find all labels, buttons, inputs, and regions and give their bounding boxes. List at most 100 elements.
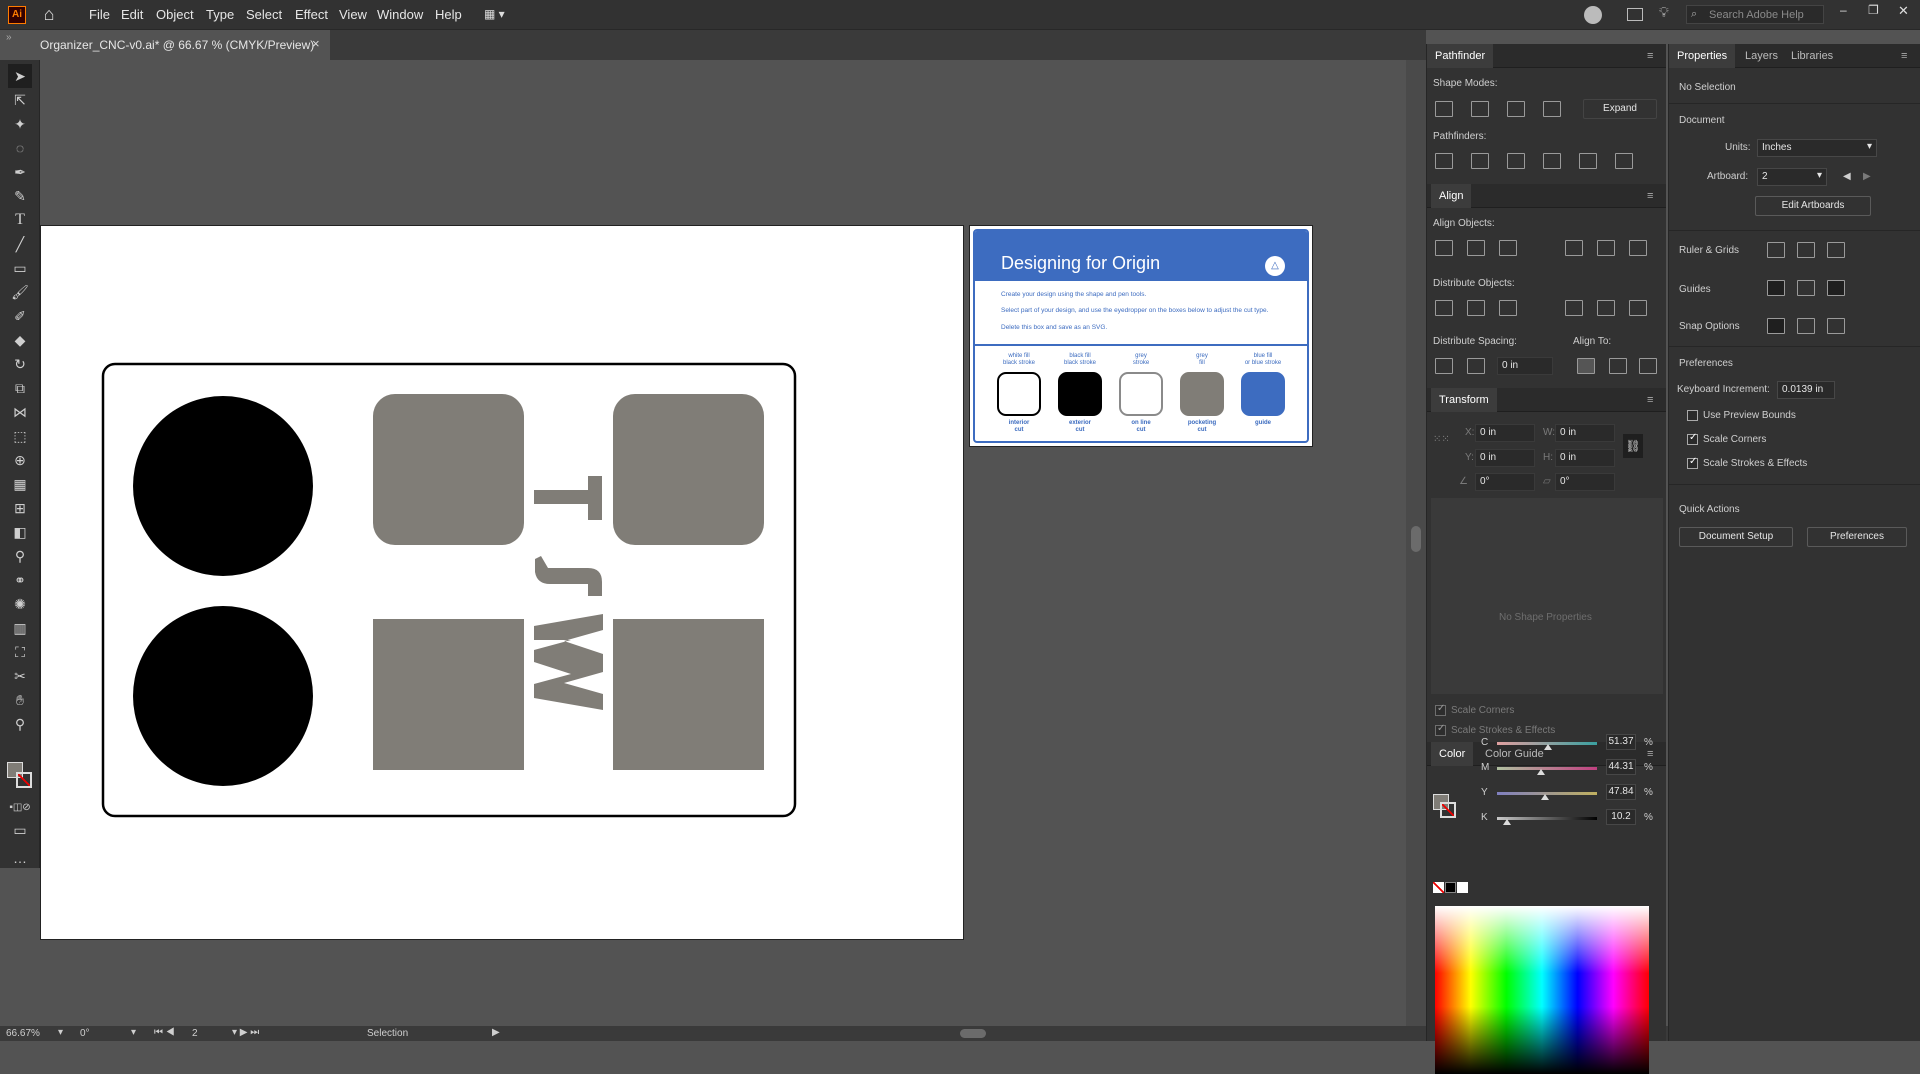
lock-guides-icon[interactable] (1797, 280, 1815, 296)
lasso-icon[interactable]: ◌ (8, 136, 32, 160)
menu-edit[interactable]: Edit (121, 7, 143, 22)
drawing-modes-icon[interactable]: ▪◫⊘ (8, 796, 32, 820)
distribute-spacing-field[interactable]: 0 in (1497, 357, 1553, 375)
home-icon[interactable]: ⌂ (38, 4, 60, 26)
channel-m-thumb[interactable] (1537, 769, 1546, 775)
tab-color-guide[interactable]: Color Guide (1485, 748, 1544, 760)
stroke-swatch[interactable] (16, 772, 32, 788)
none-swatch-icon[interactable] (1433, 882, 1444, 893)
distribute-horizontal-center-icon[interactable] (1597, 300, 1615, 316)
document-tab[interactable]: Organizer_CNC-v0.ai* @ 66.67 % (CMYK/Pre… (40, 30, 330, 60)
artboard-nav-icons[interactable]: ⏮ ◀ (154, 1027, 175, 1038)
lightbulb-icon[interactable]: 💡︎ (1659, 4, 1669, 21)
scale-strokes-checkbox[interactable] (1687, 456, 1698, 469)
channel-y-thumb[interactable] (1540, 794, 1549, 800)
minimize-icon[interactable]: – (1840, 3, 1847, 17)
channel-k-value[interactable]: 10.2 (1606, 809, 1636, 825)
perspective-grid-icon[interactable]: ▦ (8, 472, 32, 496)
search-field[interactable]: ⌕ Search Adobe Help (1686, 5, 1824, 24)
width-tool-icon[interactable]: ⋈ (8, 400, 32, 424)
units-dropdown[interactable]: Inches ▾ (1757, 139, 1877, 157)
tab-color[interactable]: Color (1431, 742, 1474, 766)
shape-builder-icon[interactable]: ⊕ (8, 448, 32, 472)
trim-icon[interactable] (1471, 153, 1489, 169)
vertical-distribute-space-icon[interactable] (1435, 358, 1453, 374)
cut-type-swatch[interactable] (997, 372, 1041, 416)
rotation-value[interactable]: 0° (80, 1028, 90, 1039)
shaper-tool-icon[interactable]: ✐ (8, 304, 32, 328)
exclude-icon[interactable] (1543, 101, 1561, 117)
zoom-level[interactable]: 66.67% (6, 1028, 40, 1039)
distribute-right-icon[interactable] (1629, 300, 1647, 316)
eraser-icon[interactable]: ◆ (8, 328, 32, 352)
outline-icon[interactable] (1579, 153, 1597, 169)
intersect-icon[interactable] (1507, 101, 1525, 117)
x-field[interactable]: 0 in (1475, 424, 1535, 442)
hand-tool-icon[interactable]: ✋︎ (8, 688, 32, 712)
menu-object[interactable]: Object (156, 7, 194, 22)
more-tools-icon[interactable]: … (8, 846, 32, 870)
free-transform-icon[interactable]: ⬚ (8, 424, 32, 448)
snap-to-point-icon[interactable] (1767, 318, 1785, 334)
expand-button[interactable]: Expand (1583, 99, 1657, 119)
keyboard-increment-field[interactable]: 0.0139 in (1777, 381, 1835, 399)
status-arrow-icon[interactable]: ▶ (492, 1027, 500, 1038)
merge-icon[interactable] (1507, 153, 1525, 169)
canvas[interactable]: Designing for Origin △ Create your desig… (40, 60, 1426, 1026)
menu-view[interactable]: View (339, 7, 367, 22)
workspace-switcher-icon[interactable]: ▦ ▾ (484, 7, 514, 23)
graph-tool-icon[interactable]: ▥ (8, 616, 32, 640)
color-spectrum[interactable] (1435, 906, 1649, 1074)
align-bottom-icon[interactable] (1629, 240, 1647, 256)
line-tool-icon[interactable]: ╱ (8, 232, 32, 256)
artboard-2[interactable]: Designing for Origin △ Create your desig… (969, 225, 1313, 447)
ruler-icon[interactable] (1767, 242, 1785, 258)
align-to-artboard-icon[interactable] (1577, 358, 1595, 374)
document-setup-button[interactable]: Document Setup (1679, 527, 1793, 547)
scale-corners-checkbox[interactable] (1687, 432, 1698, 445)
h-field[interactable]: 0 in (1555, 449, 1615, 467)
show-guides-icon[interactable] (1767, 280, 1785, 296)
channel-y-value[interactable]: 47.84 (1606, 784, 1636, 800)
selection-tool-icon[interactable]: ➤ (8, 64, 32, 88)
align-to-selection-icon[interactable] (1609, 358, 1627, 374)
grid-icon[interactable] (1797, 242, 1815, 258)
rotate-field[interactable]: 0° (1475, 473, 1535, 491)
w-field[interactable]: 0 in (1555, 424, 1615, 442)
artboard-dropdown-icon[interactable]: ▾ ▶ ⏭ (232, 1027, 259, 1038)
tab-properties[interactable]: Properties (1669, 44, 1736, 68)
align-menu-icon[interactable]: ≡ (1647, 190, 1653, 202)
constrain-proportions-icon[interactable]: ⛓ (1623, 434, 1643, 458)
menu-file[interactable]: File (89, 7, 110, 22)
scale-tool-icon[interactable]: ⧉ (8, 376, 32, 400)
tab-pathfinder[interactable]: Pathfinder (1427, 44, 1494, 68)
tab-transform[interactable]: Transform (1431, 388, 1497, 412)
snap-to-pixel-icon[interactable] (1827, 318, 1845, 334)
artboard-dropdown[interactable]: 2 ▾ (1757, 168, 1827, 186)
close-window-icon[interactable]: ✕ (1898, 3, 1909, 19)
previous-artboard-icon[interactable]: ◀ (1843, 171, 1851, 182)
pen-tool-icon[interactable]: ✒ (8, 160, 32, 184)
vertical-scroll-thumb[interactable] (1411, 526, 1421, 552)
rectangle-tool-icon[interactable]: ▭ (8, 256, 32, 280)
crop-icon[interactable] (1543, 153, 1561, 169)
transform-scale-strokes-checkbox[interactable] (1435, 723, 1446, 736)
arrange-documents-icon[interactable] (1627, 8, 1643, 21)
collapse-toolbar-icon[interactable]: » (6, 32, 12, 43)
snap-to-grid-icon[interactable] (1797, 318, 1815, 334)
next-artboard-icon[interactable]: ▶ (1863, 171, 1871, 182)
channel-k-thumb[interactable] (1503, 819, 1512, 825)
mesh-tool-icon[interactable]: ⊞ (8, 496, 32, 520)
cut-type-swatch[interactable] (1119, 372, 1163, 416)
tab-align[interactable]: Align (1431, 184, 1472, 208)
screen-mode-icon[interactable]: ▭ (8, 818, 32, 842)
cut-type-swatch[interactable] (1180, 372, 1224, 416)
transform-scale-corners-checkbox[interactable] (1435, 703, 1446, 716)
smart-guides-icon[interactable] (1827, 280, 1845, 296)
align-vertical-center-icon[interactable] (1597, 240, 1615, 256)
paintbrush-icon[interactable]: 🖌︎ (8, 280, 32, 304)
channel-m-slider[interactable] (1497, 767, 1597, 770)
reference-point-icon[interactable]: ⁙⁙ (1433, 434, 1451, 452)
tab-layers[interactable]: Layers (1745, 50, 1778, 62)
instruction-box[interactable]: Designing for Origin △ Create your desig… (973, 229, 1309, 443)
